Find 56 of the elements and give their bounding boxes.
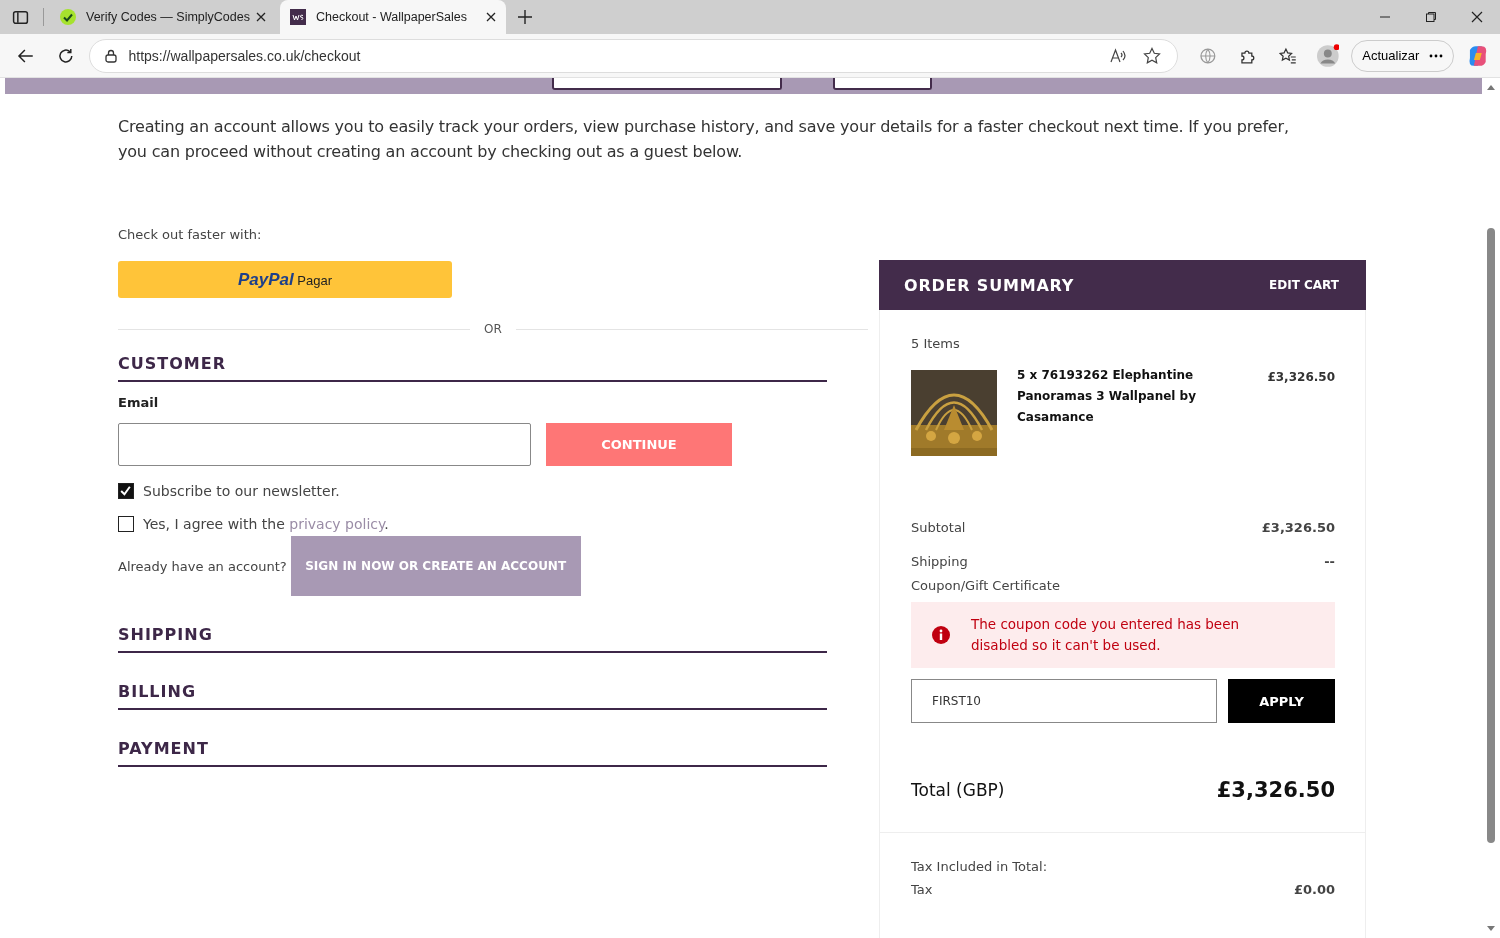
scroll-down-icon[interactable] xyxy=(1487,926,1495,932)
item-count: 5 Items xyxy=(911,336,961,351)
globe-icon[interactable] xyxy=(1199,46,1218,65)
more-icon[interactable] xyxy=(1429,53,1444,58)
checkbox[interactable] xyxy=(118,516,134,532)
tab-actions-icon[interactable] xyxy=(12,8,29,26)
coupon-field[interactable]: FIRST10 xyxy=(911,679,1218,723)
read-aloud-icon[interactable] xyxy=(1109,46,1128,65)
divider-label: OR xyxy=(484,322,502,336)
section-heading: CUSTOMER xyxy=(118,354,227,375)
row-value: £0.00 xyxy=(1293,881,1335,897)
close-icon[interactable] xyxy=(486,12,496,22)
checkbox-label: Yes, I agree with the privacy policy. xyxy=(143,516,389,532)
star-icon[interactable] xyxy=(1143,46,1162,65)
info-icon xyxy=(932,626,950,644)
email-label: Email xyxy=(118,395,160,410)
lock-icon xyxy=(104,48,119,63)
close-icon[interactable] xyxy=(256,12,266,22)
total-label: Total (GBP) xyxy=(911,780,1005,800)
row-value: -- xyxy=(1324,553,1335,569)
coupon-label: Coupon/Gift Certificate xyxy=(911,578,1061,595)
express-label: Check out faster with: xyxy=(118,227,263,242)
update-button[interactable]: Actualizar xyxy=(1351,39,1455,72)
row-value: £3,326.50 xyxy=(1261,519,1335,535)
paypal-button[interactable]: PayPal Pagar xyxy=(118,261,452,298)
email-field[interactable] xyxy=(118,423,531,466)
scroll-up-icon[interactable] xyxy=(1487,84,1495,90)
section-heading: SHIPPING xyxy=(118,625,214,646)
new-tab-icon[interactable] xyxy=(518,10,532,24)
row-label: Tax xyxy=(911,881,933,897)
section-heading: BILLING xyxy=(118,682,197,703)
checkbox[interactable] xyxy=(118,483,134,499)
restore-icon[interactable] xyxy=(1425,11,1437,23)
summary-title: ORDER SUMMARY xyxy=(904,275,1075,295)
address-bar[interactable]: https://wallpapersales.co.uk/checkout xyxy=(89,38,1179,73)
site-logo-icon xyxy=(290,9,306,25)
reload-icon[interactable] xyxy=(56,46,75,65)
browser-tab[interactable]: Checkout - WallpaperSales xyxy=(280,0,506,34)
row-label: Shipping xyxy=(911,553,968,569)
row-label: Subtotal xyxy=(911,519,966,535)
intro-text: Creating an account allows you to easily track your orders, view purchase history, and save your details for a faster checkout next time. If you prefer, you can proceed without creating an account by checking out as a guest below. xyxy=(118,116,1290,163)
close-icon[interactable] xyxy=(1471,11,1483,23)
apply-button[interactable]: APPLY xyxy=(1228,679,1335,723)
section-heading: PAYMENT xyxy=(118,739,210,760)
tax-heading: Tax Included in Total: xyxy=(911,859,1048,874)
account-prompt: Already have an account? xyxy=(118,558,287,574)
check-icon xyxy=(60,9,76,25)
item-price: £3,326.50 xyxy=(1267,370,1335,386)
item-name: 5 x 76193262 Elephantine Panoramas 3 Wallpanel by Casamance xyxy=(1017,367,1198,426)
profile-icon[interactable] xyxy=(1315,43,1340,68)
total-value: £3,326.50 xyxy=(1216,778,1335,802)
favorites-icon[interactable] xyxy=(1278,46,1297,65)
checkbox-label: Subscribe to our newsletter. xyxy=(143,483,340,499)
error-message: The coupon code you entered has been disabled so it can't be used. xyxy=(971,615,1241,655)
edit-cart-link[interactable]: EDIT CART xyxy=(1269,278,1339,292)
browser-tab[interactable]: Verify Codes — SimplyCodes xyxy=(50,0,276,34)
